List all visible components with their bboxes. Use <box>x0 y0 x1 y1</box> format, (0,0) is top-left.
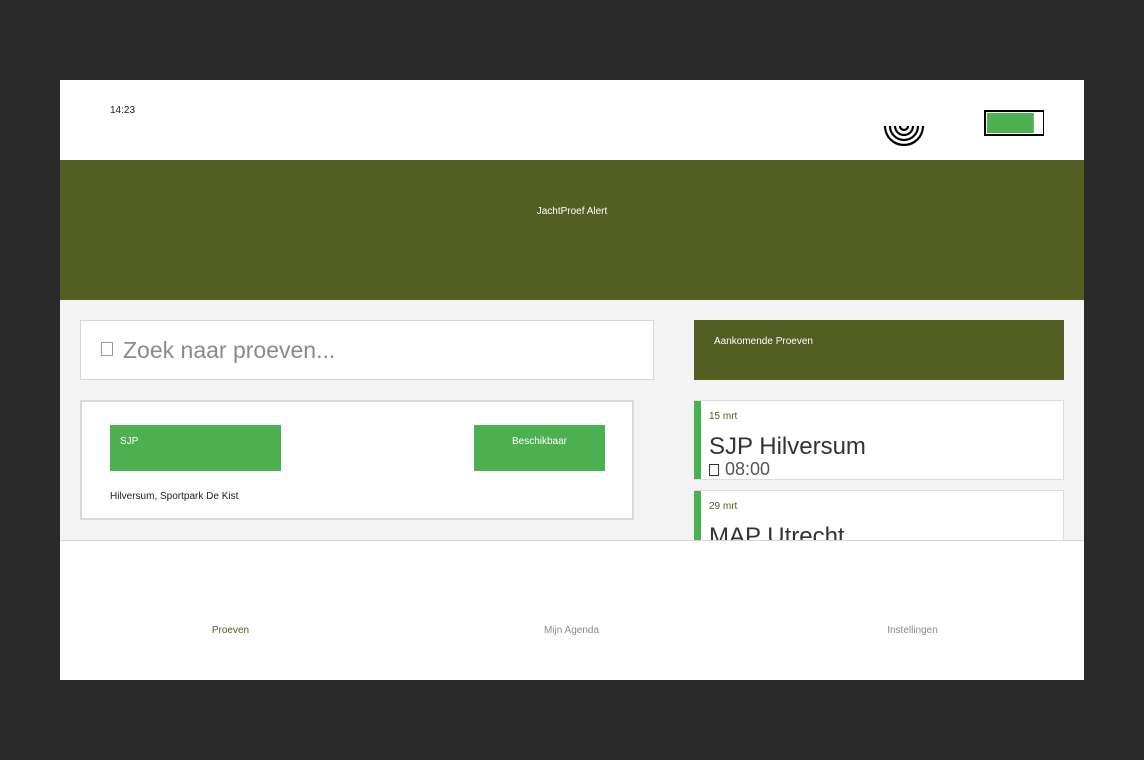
search-bar[interactable] <box>80 320 654 380</box>
upcoming-header: Aankomende Proeven <box>694 320 1064 380</box>
trial-card[interactable]: SJP Beschikbaar Hilversum, Sportpark De … <box>80 400 634 520</box>
app-header: JachtProef Alert <box>60 160 1084 300</box>
bottom-navigation: Proeven Mijn Agenda Instellingen <box>60 540 1084 680</box>
battery-icon <box>984 110 1044 136</box>
app-title: JachtProef Alert <box>536 206 608 217</box>
search-input[interactable] <box>121 333 625 367</box>
search-icon <box>101 342 113 356</box>
trial-location: Hilversum, Sportpark De Kist <box>110 491 239 502</box>
event-card[interactable]: 15 mrt SJP Hilversum 08:00 <box>694 400 1064 480</box>
event-time: 08:00 <box>725 459 771 479</box>
event-time-row: 08:00 <box>709 459 771 479</box>
clock-icon <box>709 464 719 476</box>
upcoming-title: Aankomende Proeven <box>714 336 813 347</box>
status-bar: 14:23 <box>60 80 1084 160</box>
event-date: 29 mrt <box>709 501 738 512</box>
wifi-icon <box>883 125 925 146</box>
nav-item-proeven[interactable]: Proeven <box>60 625 401 636</box>
status-time: 14:23 <box>110 105 136 116</box>
availability-badge: Beschikbaar <box>474 425 605 471</box>
app-screen: 14:23 JachtProef Alert SJP Beschikbaar H… <box>60 80 1084 680</box>
trial-type-badge: SJP <box>110 425 281 471</box>
nav-item-mijn-agenda[interactable]: Mijn Agenda <box>401 625 742 636</box>
battery-level <box>987 113 1034 133</box>
event-accent <box>694 401 701 479</box>
nav-item-instellingen[interactable]: Instellingen <box>742 625 1083 636</box>
event-name: SJP Hilversum <box>709 433 866 460</box>
event-date: 15 mrt <box>709 411 738 422</box>
